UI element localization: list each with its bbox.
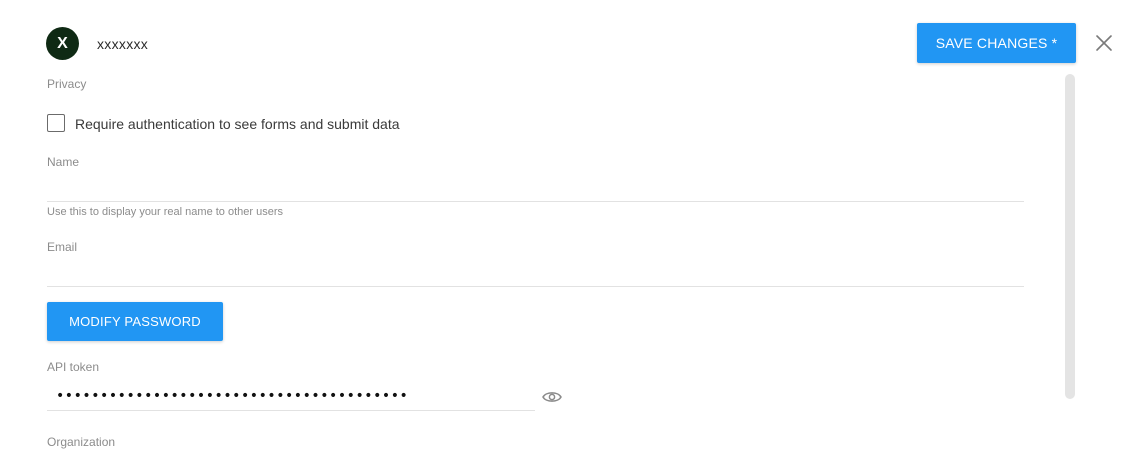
name-field-hint: Use this to display your real name to ot… — [47, 206, 284, 218]
reveal-token-button[interactable] — [541, 388, 563, 406]
email-underline — [47, 286, 1024, 287]
close-button[interactable] — [1093, 32, 1115, 54]
avatar: X — [46, 27, 79, 60]
require-auth-label[interactable]: Require authentication to see forms and … — [75, 116, 400, 132]
privacy-section-label: Privacy — [47, 77, 87, 91]
api-token-underline — [47, 410, 535, 411]
require-auth-checkbox[interactable] — [47, 114, 65, 132]
email-field-label: Email — [47, 240, 78, 254]
scrollbar[interactable] — [1065, 74, 1075, 399]
organization-label: Organization — [47, 435, 116, 449]
name-input[interactable] — [47, 174, 1024, 200]
save-changes-button[interactable]: SAVE CHANGES * — [917, 23, 1076, 63]
name-field-label: Name — [47, 155, 80, 169]
name-underline — [47, 201, 1024, 202]
api-token-label: API token — [47, 360, 100, 374]
email-input[interactable] — [47, 259, 1024, 285]
close-icon — [1096, 35, 1112, 51]
username: xxxxxxx — [97, 36, 149, 52]
api-token-input[interactable]: •••••••••••••••••••••••••••••••••••••••• — [56, 386, 408, 406]
modify-password-button[interactable]: MODIFY PASSWORD — [47, 302, 223, 341]
eye-icon — [542, 392, 562, 402]
